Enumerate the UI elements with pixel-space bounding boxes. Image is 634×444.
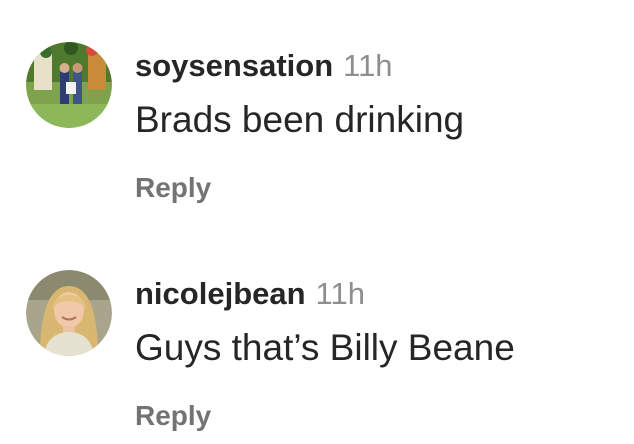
- timestamp: 11h: [343, 48, 393, 83]
- avatar[interactable]: [26, 42, 112, 128]
- comment-header: nicolejbean 11h: [135, 274, 365, 314]
- timestamp: 11h: [315, 276, 365, 311]
- username-link[interactable]: soysensation: [135, 48, 333, 83]
- profile-photo-blonde-woman: [26, 270, 112, 356]
- profile-photo-family-outdoors: [26, 42, 112, 128]
- reply-button[interactable]: Reply: [135, 168, 211, 208]
- username-link[interactable]: nicolejbean: [135, 276, 306, 311]
- comment-text: Guys that’s Billy Beane: [135, 327, 515, 368]
- comment-text: Brads been drinking: [135, 99, 465, 140]
- comment-header: soysensation 11h: [135, 46, 393, 86]
- reply-button[interactable]: Reply: [135, 396, 211, 436]
- avatar[interactable]: [26, 270, 112, 356]
